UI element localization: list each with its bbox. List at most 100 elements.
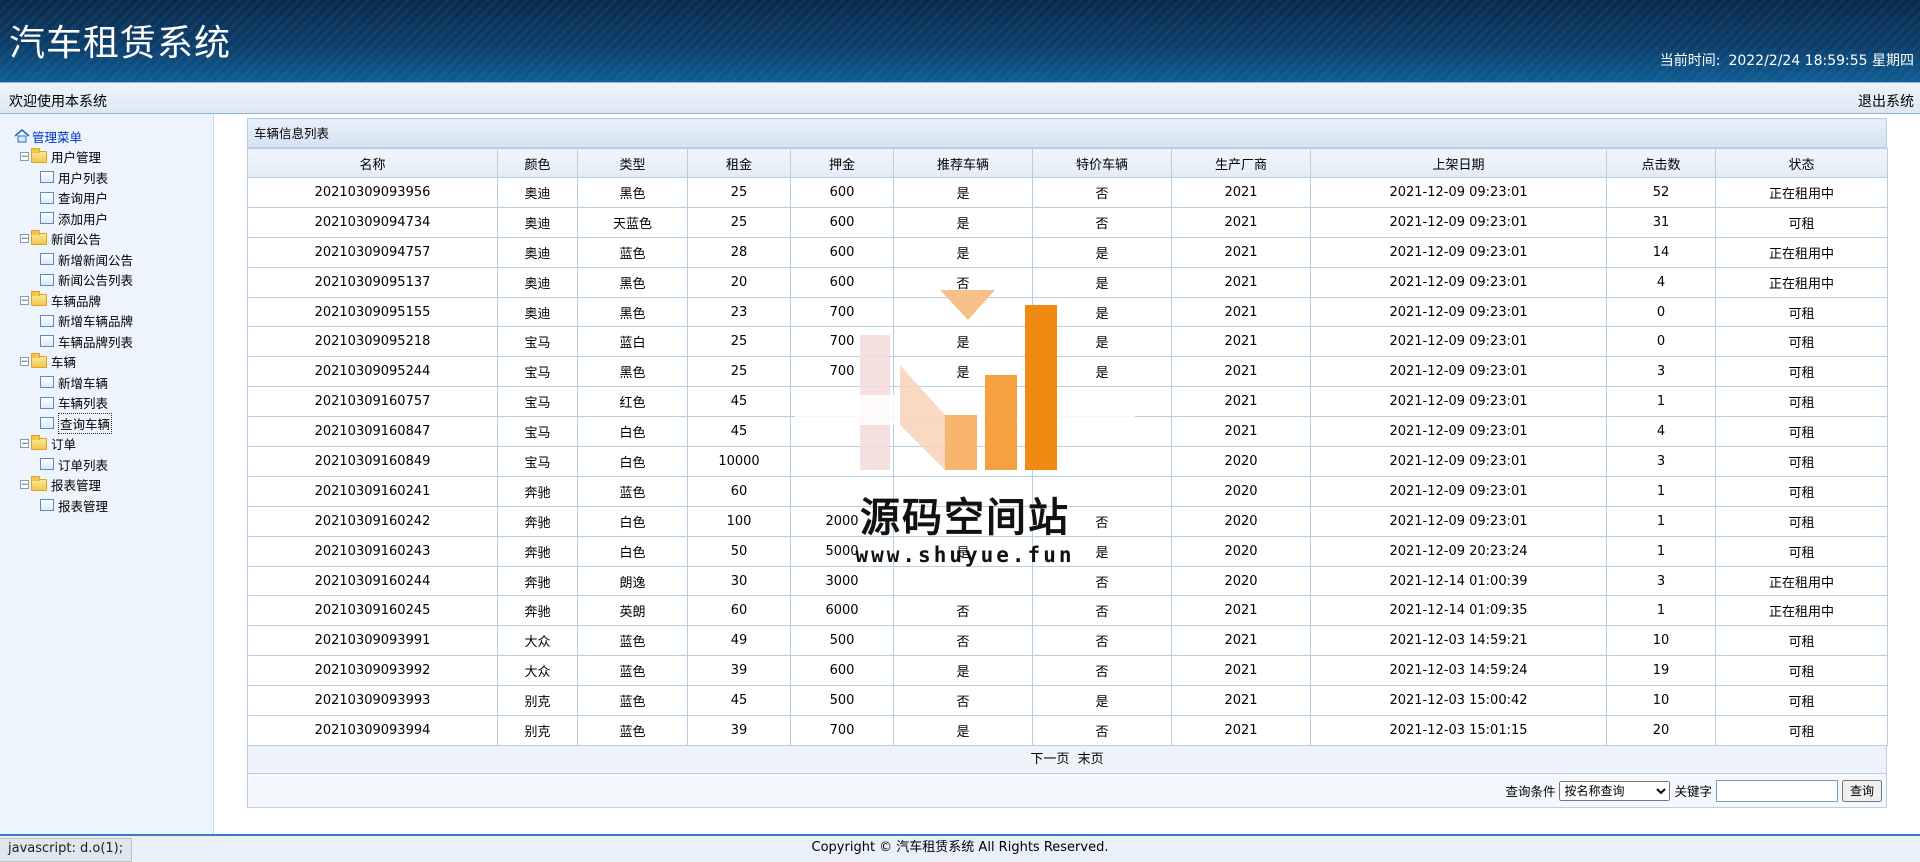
table-cell: 2021-12-09 09:23:01 [1310, 356, 1607, 388]
table-cell: 52 [1606, 177, 1716, 208]
menu-tree: 管理菜单 − 用户管理 用户列表 查询用户 添加用户 − 新闻公告 新增新闻公告 新闻公告列表 −… [14, 126, 133, 516]
table-cell [1032, 386, 1172, 418]
table-cell: 奔驰 [497, 475, 578, 507]
folder-icon [31, 434, 47, 450]
next-page-link[interactable]: 下一页 [1030, 752, 1069, 767]
table-cell: 60 [687, 475, 791, 507]
folder-icon [31, 352, 47, 368]
table-cell: 20210309160244 [247, 565, 498, 597]
table-cell: 是 [893, 326, 1033, 358]
menu-item[interactable]: 查询用户 [14, 188, 133, 209]
table-cell: 奥迪 [497, 177, 578, 208]
table-cell: 2021-12-09 09:23:01 [1310, 236, 1607, 268]
table-cell: 3 [1606, 565, 1716, 597]
table-cell: 是 [893, 177, 1033, 208]
current-time: 当前时间: 2022/2/24 18:59:55 星期四 [1652, 50, 1914, 70]
table-cell [893, 416, 1033, 448]
column-header: 状态 [1715, 148, 1888, 178]
table-cell: 20 [687, 266, 791, 298]
table-cell: 4 [1606, 266, 1716, 298]
menu-group[interactable]: − 订单 [14, 434, 133, 455]
table-cell: 宝马 [497, 416, 578, 448]
table-cell: 20210309094734 [247, 206, 498, 238]
table-cell: 2021-12-03 14:59:21 [1310, 625, 1607, 657]
menu-item[interactable]: 添加用户 [14, 208, 133, 229]
table-cell [893, 386, 1033, 418]
menu-root[interactable]: 管理菜单 [14, 126, 133, 147]
menu-item[interactable]: 新增车辆 [14, 372, 133, 393]
table-cell: 2021-12-09 20:23:24 [1310, 535, 1607, 567]
table-cell: 否 [893, 685, 1033, 717]
menu-item[interactable]: 查询车辆 [14, 412, 133, 434]
menu-group[interactable]: − 车辆 [14, 352, 133, 373]
table-cell: 否 [1032, 625, 1172, 657]
table-header-row: 名称 颜色 类型 租金 押金 推荐车辆 特价车辆 生产厂商 上架日期 点击数 状态 [247, 148, 1888, 178]
page-icon [40, 314, 54, 327]
table-cell: 600 [790, 177, 894, 208]
menu-item[interactable]: 订单列表 [14, 454, 133, 475]
table-cell: 可租 [1715, 685, 1888, 717]
menu-item[interactable]: 新闻公告列表 [14, 270, 133, 291]
table-cell: 是 [1032, 236, 1172, 268]
table-cell: 45 [687, 685, 791, 717]
collapse-toggle-icon[interactable]: − [20, 357, 29, 367]
collapse-toggle-icon[interactable]: − [20, 295, 29, 305]
menu-item[interactable]: 用户列表 [14, 167, 133, 188]
table-cell: 黑色 [577, 177, 688, 208]
table-row: 20210309094734 奥迪 天蓝色 25 600 是否 2021 2021-12-09… [247, 206, 1888, 238]
column-header: 名称 [247, 148, 498, 178]
table-cell: 白色 [577, 446, 688, 477]
last-page-link[interactable]: 末页 [1078, 752, 1104, 767]
table-cell: 6000 [790, 595, 894, 627]
table-cell: 20210309160245 [247, 595, 498, 627]
collapse-toggle-icon[interactable]: − [20, 439, 29, 449]
browser-status-bar: javascript: d.o(1); [0, 838, 133, 862]
table-cell: 可租 [1715, 715, 1888, 746]
table-cell: 大众 [497, 625, 578, 657]
menu-group[interactable]: − 用户管理 [14, 147, 133, 168]
collapse-toggle-icon[interactable]: − [20, 152, 29, 162]
table-cell [1032, 446, 1172, 477]
menu-item[interactable]: 新增车辆品牌 [14, 311, 133, 332]
menu-item-label: 订单列表 [58, 457, 109, 473]
menu-item[interactable]: 车辆列表 [14, 393, 133, 414]
table-cell: 500 [790, 685, 894, 717]
table-cell [893, 505, 1033, 537]
menu-item-label: 车辆列表 [58, 396, 109, 412]
table-cell: 蓝色 [577, 655, 688, 687]
menu-group[interactable]: − 车辆品牌 [14, 290, 133, 311]
logout-link[interactable]: 退出系统 [1858, 91, 1914, 111]
table-cell: 20210309093956 [247, 177, 498, 208]
collapse-toggle-icon[interactable]: − [20, 234, 29, 244]
panel-title: 车辆信息列表 [247, 118, 1887, 148]
collapse-toggle-icon[interactable]: − [20, 480, 29, 490]
table-cell: 否 [1032, 206, 1172, 238]
search-button[interactable]: 查询 [1841, 779, 1882, 802]
table-cell: 2021-12-14 01:09:35 [1310, 595, 1607, 627]
menu-item[interactable]: 新增新闻公告 [14, 249, 133, 270]
table-cell: 奥迪 [497, 266, 578, 298]
table-cell: 0 [1606, 326, 1716, 358]
menu-group[interactable]: − 新闻公告 [14, 229, 133, 250]
table-cell: 600 [790, 206, 894, 238]
table-cell: 是 [893, 715, 1033, 746]
condition-select[interactable]: 按名称查询 [1559, 780, 1671, 801]
table-cell: 2021 [1171, 685, 1311, 717]
footer: Copyright © 汽车租赁系统 All Rights Reserved. [0, 834, 1920, 862]
table-cell: 25 [687, 206, 791, 238]
menu-item[interactable]: 车辆品牌列表 [14, 331, 133, 352]
table-cell: 60 [687, 595, 791, 627]
menu-item-label: 新闻公告列表 [58, 273, 134, 289]
table-cell: 蓝色 [577, 475, 688, 507]
table-cell: 大众 [497, 655, 578, 687]
table-row: 20210309160245 奔驰 英朗 60 6000 否否 2021 2021-12-14… [247, 595, 1888, 627]
keyword-input[interactable] [1715, 779, 1838, 802]
sidebar: 管理菜单 − 用户管理 用户列表 查询用户 添加用户 − 新闻公告 新增新闻公告 新闻公告列表 −… [0, 114, 214, 834]
table-cell: 3 [1606, 446, 1716, 477]
table-row: 20210309160849 宝马 白色 10000 2020 2021-12-09 09… [247, 446, 1888, 477]
column-header: 类型 [577, 148, 688, 178]
menu-item[interactable]: 报表管理 [14, 495, 133, 516]
table-cell: 2021 [1171, 266, 1311, 298]
table-row: 20210309093991 大众 蓝色 49 500 否否 2021 2021-12-03 … [247, 625, 1888, 657]
menu-group[interactable]: − 报表管理 [14, 475, 133, 496]
